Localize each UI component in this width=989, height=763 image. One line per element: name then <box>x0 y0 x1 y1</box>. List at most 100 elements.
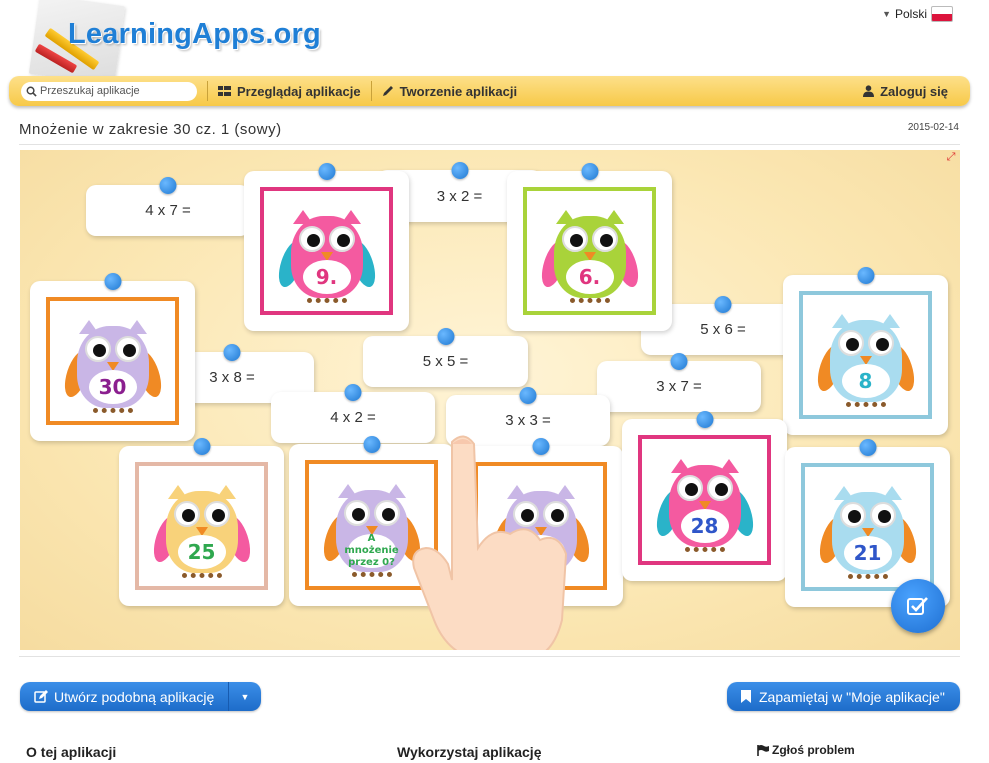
owl-card[interactable]: 25 <box>119 438 284 606</box>
pin-icon <box>696 411 713 428</box>
pin-icon <box>159 177 177 194</box>
edit-icon <box>34 690 48 703</box>
about-heading: O tej aplikacji <box>26 744 117 760</box>
equation-text: 5 x 6 = <box>700 321 746 338</box>
equation-text: 3 x 8 = <box>209 369 255 386</box>
fullscreen-icon[interactable]: ⤢ <box>944 151 958 163</box>
owl-image: 30 <box>59 308 166 414</box>
create-similar-dropdown[interactable]: ▼ <box>229 692 261 702</box>
owl-number: 30 <box>88 370 137 404</box>
pin-icon <box>581 163 598 180</box>
pin-icon <box>223 344 241 361</box>
save-to-my-apps-button[interactable]: Zapamiętaj w "Moje aplikacje" <box>727 682 960 711</box>
logo-text: LearningApps.org <box>68 18 321 50</box>
grid-icon <box>218 85 231 96</box>
tutorial-hand-icon <box>412 435 568 650</box>
report-problem-link[interactable]: Zgłoś problem <box>757 743 855 757</box>
owl-frame: 6. <box>523 187 656 315</box>
nav-divider <box>370 81 372 101</box>
pin-icon <box>363 436 380 453</box>
owl-image: 25 <box>148 473 255 579</box>
pin-icon <box>318 163 335 180</box>
equation-text: 3 x 2 = <box>436 187 483 205</box>
owl-image: 9. <box>273 198 380 304</box>
owl-card[interactable]: 9. <box>244 163 409 331</box>
owl-frame: 21 <box>801 463 934 591</box>
nav-create-apps[interactable]: Tworzenie aplikacji <box>382 83 518 99</box>
save-label: Zapamiętaj w "Moje aplikacje" <box>759 688 945 705</box>
create-similar-button[interactable]: Utwórz podobną aplikację <box>20 682 229 711</box>
caret-down-icon: ▼ <box>882 9 891 19</box>
game-area[interactable]: ⤢ 4 x 7 = 3 x 2 = 5 x 6 = 3 x 8 = 5 x 5 … <box>20 150 960 650</box>
check-icon <box>907 597 928 615</box>
nav-browse-label: Przeglądaj aplikacje <box>237 83 361 99</box>
owl-card[interactable]: 6. <box>507 163 672 331</box>
search-icon <box>26 86 37 97</box>
flag-icon <box>757 744 769 756</box>
poland-flag-icon <box>931 6 953 22</box>
main-navbar: Przeglądaj aplikacje Tworzenie aplikacji… <box>9 76 970 106</box>
owl-number: 8 <box>841 364 890 398</box>
pencil-icon <box>382 86 393 96</box>
nav-divider <box>207 81 208 101</box>
pin-icon <box>714 296 732 313</box>
equation-card[interactable]: 3 x 7 = <box>597 353 761 412</box>
divider <box>19 656 960 657</box>
owl-frame: 28 <box>638 435 771 565</box>
owl-card[interactable]: 30 <box>30 273 195 441</box>
bookmark-icon <box>741 690 751 703</box>
pin-icon <box>857 267 874 284</box>
equation-text: 5 x 5 = <box>422 353 469 370</box>
equation-card[interactable]: 4 x 2 = <box>271 384 435 443</box>
equation-text: 3 x 3 = <box>505 412 551 429</box>
pin-icon <box>519 387 537 404</box>
app-title: Mnożenie w zakresie 30 cz. 1 (sowy) <box>19 121 282 138</box>
pin-icon <box>344 384 362 401</box>
language-selector[interactable]: ▼ Polski <box>882 6 953 22</box>
owl-number: 25 <box>177 535 226 569</box>
search-box[interactable] <box>21 81 197 101</box>
owl-image: A mnożenie przez 0? <box>318 472 425 578</box>
report-label: Zgłoś problem <box>772 743 855 757</box>
pin-icon <box>670 353 688 370</box>
use-heading: Wykorzystaj aplikację <box>397 744 542 760</box>
create-similar-label: Utwórz podobną aplikację <box>54 688 215 705</box>
owl-image: 6. <box>536 198 643 304</box>
language-label: Polski <box>894 7 927 21</box>
owl-number: 21 <box>843 536 892 570</box>
page: LearningApps.org ▼ Polski Przeglądaj apl… <box>0 0 989 763</box>
equation-text: 3 x 7 = <box>656 378 702 395</box>
divider <box>19 144 960 145</box>
pin-icon <box>859 439 876 456</box>
search-input[interactable] <box>40 85 190 97</box>
app-date: 2015-02-14 <box>907 122 959 133</box>
create-similar-button-group: Utwórz podobną aplikację ▼ <box>20 682 261 711</box>
owl-question: A mnożenie przez 0? <box>344 533 399 568</box>
pin-icon <box>193 438 210 455</box>
equation-card[interactable]: 4 x 7 = <box>86 177 250 236</box>
pin-icon <box>104 273 121 290</box>
nav-create-label: Tworzenie aplikacji <box>399 83 518 99</box>
owl-image: 28 <box>651 447 758 553</box>
owl-image: 8 <box>812 302 919 408</box>
owl-card[interactable]: 28 <box>622 411 787 581</box>
owl-number: 28 <box>680 509 729 543</box>
logo[interactable]: LearningApps.org <box>22 0 342 86</box>
nav-browse-apps[interactable]: Przeglądaj aplikacje <box>218 84 361 99</box>
owl-frame: 30 <box>46 297 179 425</box>
login-label: Zaloguj się <box>880 83 948 99</box>
equation-card[interactable]: 5 x 5 = <box>363 328 528 387</box>
login-link[interactable]: Zaloguj się <box>863 84 948 99</box>
owl-number: 6. <box>565 260 614 294</box>
owl-number: 9. <box>302 260 351 294</box>
owl-frame: 8 <box>799 291 932 419</box>
equation-text: 4 x 2 = <box>330 409 376 426</box>
owl-card[interactable]: 8 <box>783 267 948 435</box>
caret-down-icon: ▼ <box>240 691 250 702</box>
check-answers-button[interactable] <box>891 579 945 633</box>
pin-icon <box>437 328 454 345</box>
pin-icon <box>451 162 468 179</box>
equation-text: 4 x 7 = <box>145 202 191 219</box>
owl-frame: 9. <box>260 187 393 315</box>
owl-image: 21 <box>814 474 921 580</box>
